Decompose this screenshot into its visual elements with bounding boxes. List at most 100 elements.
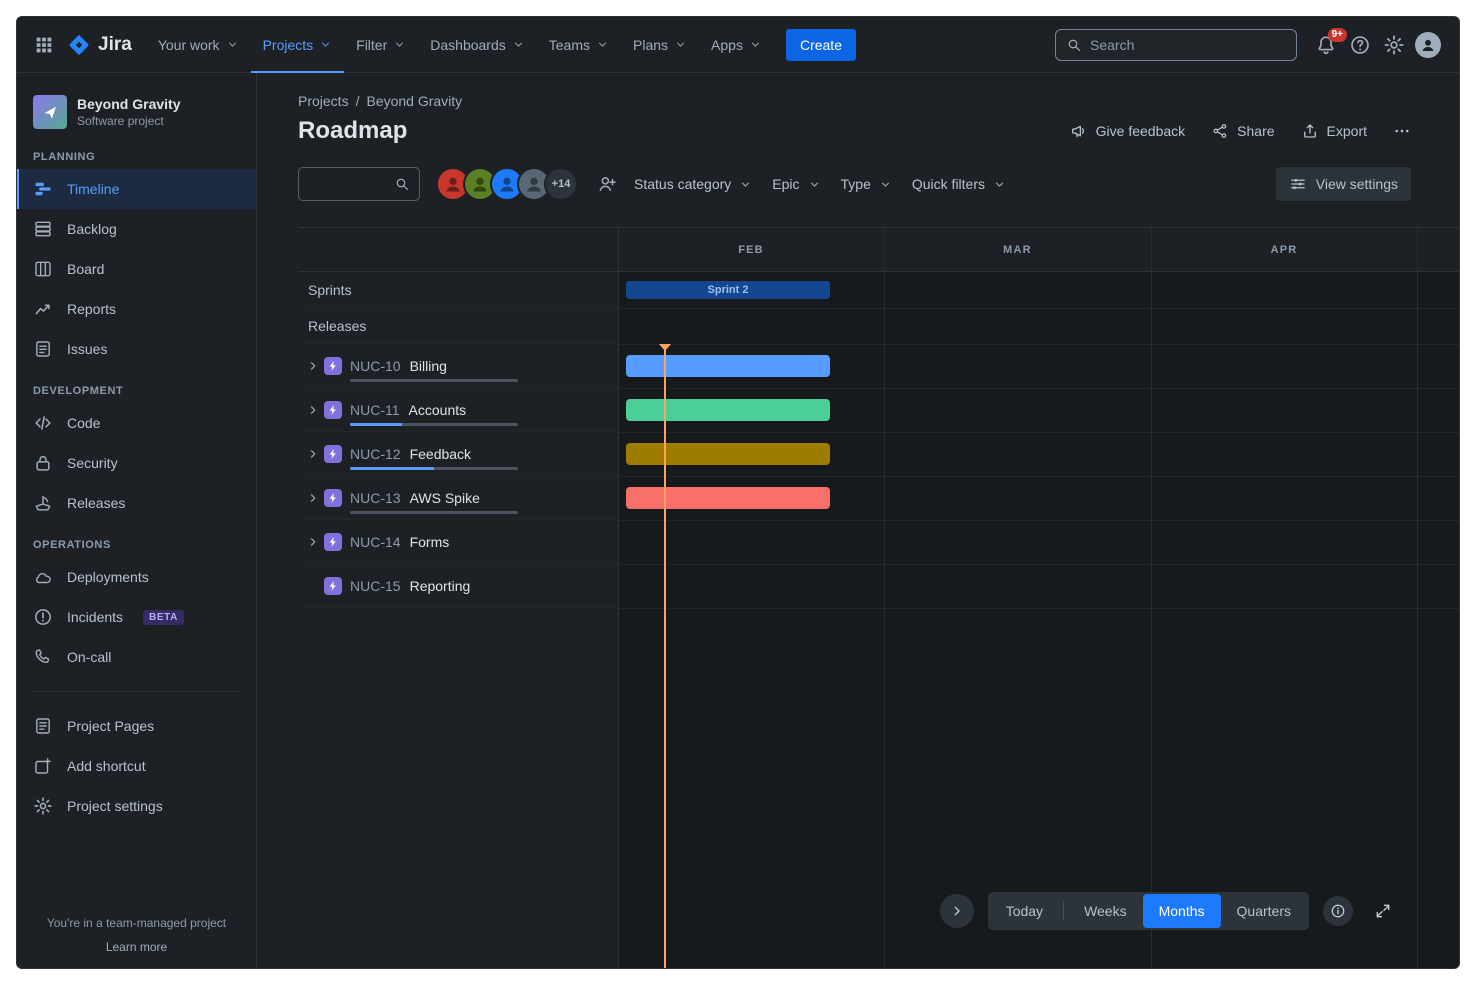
nav-teams[interactable]: Teams [537,17,621,73]
breadcrumb-projects[interactable]: Projects [298,93,349,109]
sidebar-item-security[interactable]: Security [17,443,256,483]
nav-projects[interactable]: Projects [251,17,345,73]
profile-button[interactable] [1411,29,1445,61]
nav-label: Your work [158,37,220,53]
sidebar-item-label: Incidents [67,609,123,625]
board-search[interactable] [298,167,420,201]
epic-name: Billing [410,358,447,374]
chevron-down-icon [993,178,1006,191]
sidebar-item-label: Security [67,455,118,471]
export-label: Export [1327,123,1367,139]
info-button[interactable] [1323,896,1353,926]
view-settings-button[interactable]: View settings [1276,167,1411,201]
board-search-input[interactable] [308,176,388,192]
zoom-quarters-button[interactable]: Quarters [1221,894,1307,928]
avatar-overflow-count[interactable]: +14 [544,167,578,201]
today-button[interactable]: Today [990,894,1059,928]
scroll-right-button[interactable] [940,894,974,928]
releases-row[interactable]: Releases [298,308,618,344]
settings-button[interactable] [1377,29,1411,61]
sidebar-item-issues[interactable]: Issues [17,329,256,369]
megaphone-icon [1070,122,1088,140]
rocket-icon [41,103,59,121]
month-gridline [1417,228,1418,968]
epic-row[interactable]: NUC-15 Reporting [298,564,618,608]
expand-chevron-icon[interactable] [304,401,322,419]
sidebar-item-deployments[interactable]: Deployments [17,557,256,597]
epic-progress-fill [350,423,402,426]
epic-name: Feedback [410,446,471,462]
row-gridline [618,520,1459,521]
chevron-down-icon [749,38,762,51]
create-button[interactable]: Create [786,29,856,61]
breadcrumb-project-name[interactable]: Beyond Gravity [366,93,462,109]
filter-label: Epic [772,176,799,192]
epic-row[interactable]: NUC-11 Accounts [298,388,618,432]
jira-logo[interactable]: Jira [61,33,146,57]
sidebar-item-incidents[interactable]: IncidentsBETA [17,597,256,637]
column-divider [618,228,619,968]
sidebar-item-code[interactable]: Code [17,403,256,443]
sidebar-item-releases[interactable]: Releases [17,483,256,523]
epic-row[interactable]: NUC-12 Feedback [298,432,618,476]
zoom-weeks-button[interactable]: Weeks [1068,894,1143,928]
expand-icon [1374,902,1392,920]
epic-row[interactable]: NUC-10 Billing [298,344,618,388]
app-switcher-button[interactable] [27,29,61,61]
epic-row[interactable]: NUC-13 AWS Spike [298,476,618,520]
nav-apps[interactable]: Apps [699,17,774,73]
notifications-button[interactable]: 9+ [1309,29,1343,61]
help-button[interactable] [1343,29,1377,61]
expand-chevron-icon[interactable] [304,357,322,375]
quick-filters[interactable]: Quick filters [902,169,1016,199]
header-actions: Give feedback Share Export [1070,122,1411,140]
sidebar-item-reports[interactable]: Reports [17,289,256,329]
epic-bar-aws-spike[interactable] [626,487,830,509]
epic-filter[interactable]: Epic [762,169,830,199]
sidebar-item-add-shortcut[interactable]: Add shortcut [17,746,256,786]
sidebar-item-board[interactable]: Board [17,249,256,289]
nav-label: Teams [549,37,590,53]
give-feedback-button[interactable]: Give feedback [1070,122,1186,140]
epic-bar-feedback[interactable] [626,443,830,465]
epic-key: NUC-10 [350,358,401,374]
sprints-row[interactable]: Sprints [298,272,618,308]
add-people-button[interactable] [590,167,624,201]
global-search-input[interactable] [1090,37,1286,53]
fullscreen-button[interactable] [1367,895,1399,927]
nav-your-work[interactable]: Your work [146,17,251,73]
global-search[interactable] [1055,29,1297,61]
page-title: Roadmap [298,117,407,145]
nav-dashboards[interactable]: Dashboards [418,17,537,73]
reports-icon [33,299,53,319]
type-filter[interactable]: Type [831,169,902,199]
sidebar-item-on-call[interactable]: On-call [17,637,256,677]
sidebar-item-backlog[interactable]: Backlog [17,209,256,249]
more-actions-button[interactable] [1393,122,1411,140]
epic-row[interactable]: NUC-14 Forms [298,520,618,564]
chevron-down-icon [226,38,239,51]
learn-more-link[interactable]: Learn more [17,940,256,954]
sidebar-item-label: Code [67,415,100,431]
epic-bar-accounts[interactable] [626,399,830,421]
epic-bar-billing[interactable] [626,355,830,377]
share-button[interactable]: Share [1211,122,1274,140]
zoom-months-button[interactable]: Months [1143,894,1221,928]
row-gridline [618,476,1459,477]
month-label: FEB [618,228,884,271]
export-button[interactable]: Export [1301,122,1367,140]
nav-filter[interactable]: Filter [344,17,418,73]
status-category-filter[interactable]: Status category [624,169,762,199]
filter-label: Quick filters [912,176,985,192]
give-feedback-label: Give feedback [1096,123,1186,139]
timeline-body: Sprints Releases NUC-10 Billing [298,272,1459,968]
sidebar-item-timeline[interactable]: Timeline [17,169,256,209]
row-gridline [618,608,1459,609]
month-gridline [1151,228,1152,968]
sidebar-item-project-settings[interactable]: Project settings [17,786,256,826]
sidebar-item-project-pages[interactable]: Project Pages [17,706,256,746]
expand-chevron-icon[interactable] [304,489,322,507]
expand-chevron-icon[interactable] [304,533,322,551]
nav-plans[interactable]: Plans [621,17,699,73]
expand-chevron-icon[interactable] [304,445,322,463]
